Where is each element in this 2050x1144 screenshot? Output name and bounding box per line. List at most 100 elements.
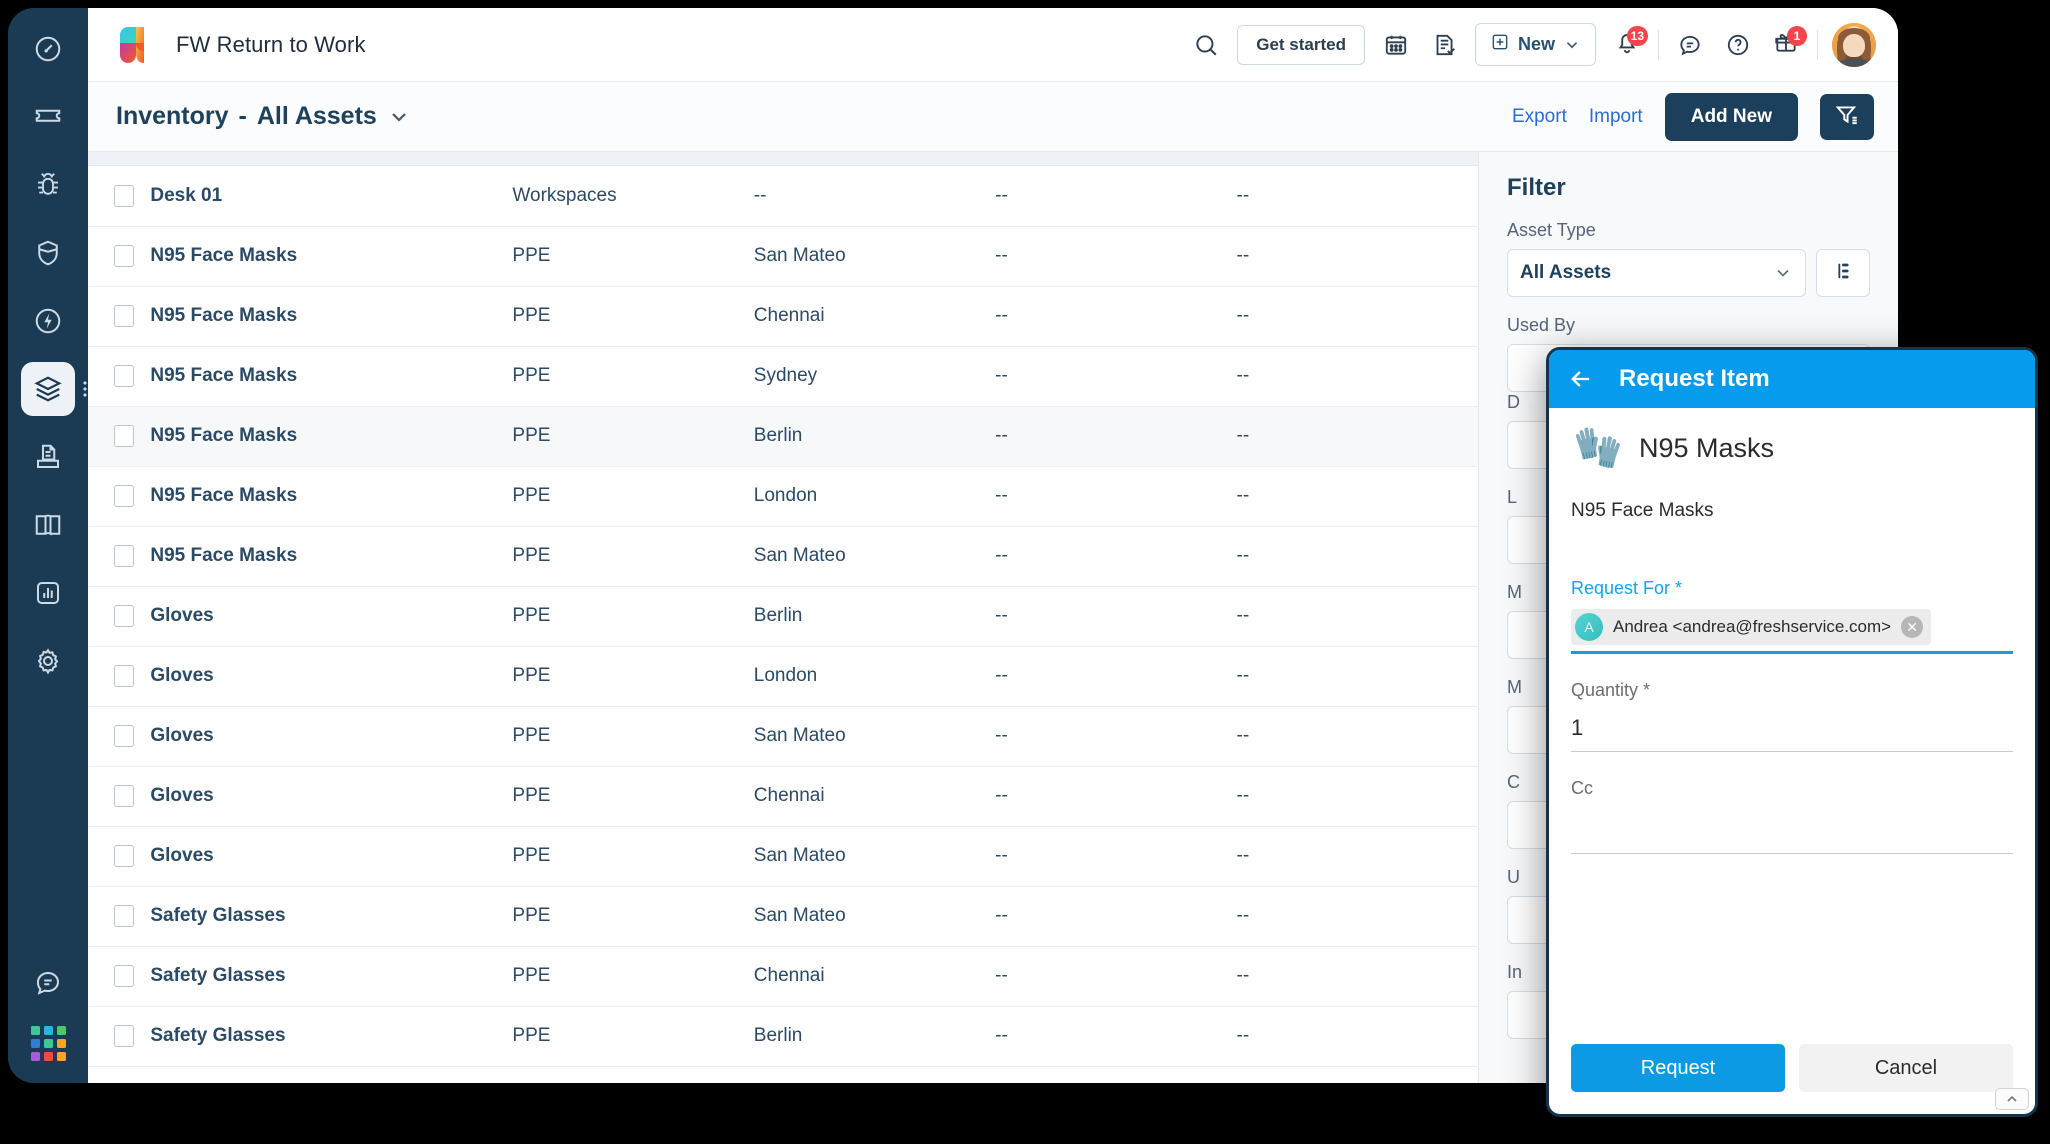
add-new-button[interactable]: Add New bbox=[1664, 92, 1798, 141]
table-row[interactable]: Gloves PPE Chennai -- -- bbox=[88, 766, 1478, 827]
cell-name[interactable]: N95 Face Masks bbox=[150, 286, 513, 347]
cell-name[interactable]: Safety Glasses bbox=[150, 946, 513, 1007]
sidebar-item-dashboard[interactable] bbox=[21, 22, 75, 76]
feedback-icon[interactable] bbox=[1673, 28, 1707, 62]
brand[interactable]: FW Return to Work bbox=[114, 23, 366, 67]
table-row[interactable]: N95 Face Masks PPE London -- -- bbox=[88, 466, 1478, 527]
sidebar-item-tickets[interactable] bbox=[21, 90, 75, 144]
cell-name[interactable]: N95 Face Masks bbox=[150, 526, 513, 587]
table-row[interactable]: N95 Face Masks PPE San Mateo -- -- bbox=[88, 226, 1478, 287]
row-checkbox[interactable] bbox=[114, 425, 134, 447]
quantity-field: Quantity * 1 bbox=[1571, 680, 2013, 752]
import-button[interactable]: Import bbox=[1589, 106, 1643, 128]
row-checkbox-cell bbox=[88, 466, 151, 527]
filter-toggle-button[interactable] bbox=[1820, 93, 1874, 140]
cell-asset-type: Workspaces bbox=[512, 166, 754, 227]
table-row[interactable]: Desk 01 Workspaces -- -- -- bbox=[88, 166, 1478, 227]
row-checkbox-cell bbox=[88, 586, 151, 647]
request-item-modal: Request Item 🧤 N95 Masks N95 Face Masks … bbox=[1546, 347, 2038, 1117]
cell-name[interactable]: N95 Face Masks bbox=[150, 466, 513, 527]
cell-department: -- bbox=[1236, 946, 1478, 1007]
table-row[interactable]: Gloves PPE San Mateo -- -- bbox=[88, 706, 1478, 767]
sidebar-item-admin[interactable] bbox=[21, 634, 75, 688]
sidebar-item-problems[interactable] bbox=[21, 158, 75, 212]
app-switcher-grid-icon[interactable] bbox=[30, 1026, 66, 1061]
asset-type-hierarchy-button[interactable] bbox=[1816, 249, 1870, 297]
row-checkbox[interactable] bbox=[114, 365, 134, 387]
cell-name[interactable]: Safety Glasses bbox=[150, 1006, 513, 1067]
sidebar-item-changes[interactable] bbox=[21, 226, 75, 280]
cell-name[interactable]: Gloves bbox=[150, 766, 513, 827]
sidebar-item-assets[interactable] bbox=[21, 362, 87, 416]
table-row[interactable]: N95 Face Masks PPE Sydney -- -- bbox=[88, 346, 1478, 407]
table-row[interactable]: Safety Glasses PPE San Mateo -- -- bbox=[88, 886, 1478, 947]
search-icon[interactable] bbox=[1189, 28, 1223, 62]
cell-used-by: -- bbox=[995, 226, 1237, 287]
cancel-button[interactable]: Cancel bbox=[1799, 1044, 2013, 1092]
gifts-button[interactable]: 1 bbox=[1769, 25, 1807, 62]
left-nav-rail bbox=[8, 8, 88, 1083]
row-checkbox[interactable] bbox=[114, 245, 134, 267]
table-row[interactable]: Gloves PPE Berlin -- -- bbox=[88, 586, 1478, 647]
row-checkbox[interactable] bbox=[114, 605, 134, 627]
sidebar-item-solutions[interactable] bbox=[21, 498, 75, 552]
avatar[interactable] bbox=[1832, 22, 1876, 67]
cell-name[interactable]: Desk 01 bbox=[150, 166, 513, 227]
row-checkbox[interactable] bbox=[114, 305, 134, 327]
table-row[interactable]: Gloves PPE London -- -- bbox=[88, 646, 1478, 707]
table-row[interactable]: Safety Glasses PPE Chennai -- -- bbox=[88, 946, 1478, 1007]
row-checkbox[interactable] bbox=[114, 545, 134, 567]
request-button[interactable]: Request bbox=[1571, 1044, 1785, 1092]
cell-name[interactable]: Gloves bbox=[150, 646, 513, 707]
cell-name[interactable]: N95 Face Masks bbox=[150, 406, 513, 467]
table-row[interactable]: Safety Glasses PPE Berlin -- -- bbox=[88, 1006, 1478, 1067]
row-checkbox[interactable] bbox=[114, 905, 134, 927]
cell-location: Berlin bbox=[753, 1006, 996, 1067]
row-checkbox-cell bbox=[88, 886, 151, 947]
row-checkbox[interactable] bbox=[114, 725, 134, 747]
quantity-input[interactable]: 1 bbox=[1571, 707, 2013, 752]
analytics-bar-icon bbox=[33, 578, 63, 608]
sidebar-item-feedback[interactable] bbox=[21, 956, 75, 1010]
task-list-icon[interactable] bbox=[1427, 28, 1461, 62]
cell-name[interactable]: Gloves bbox=[150, 826, 513, 887]
help-icon[interactable] bbox=[1721, 28, 1755, 62]
table-row[interactable]: N95 Face Masks PPE Chennai -- -- bbox=[88, 286, 1478, 347]
calendar-icon[interactable] bbox=[1379, 28, 1413, 62]
row-checkbox[interactable] bbox=[114, 184, 134, 207]
row-checkbox[interactable] bbox=[114, 845, 134, 867]
table-row[interactable]: N95 Face Masks PPE Berlin -- -- bbox=[88, 406, 1478, 467]
cell-name[interactable]: Gloves bbox=[150, 706, 513, 767]
sidebar-item-releases[interactable] bbox=[21, 294, 75, 348]
row-checkbox-cell bbox=[88, 166, 151, 227]
row-checkbox[interactable] bbox=[114, 485, 134, 507]
cc-input[interactable] bbox=[1571, 805, 2013, 854]
export-button[interactable]: Export bbox=[1512, 106, 1567, 128]
cell-name[interactable]: Gloves bbox=[150, 586, 513, 647]
new-button[interactable]: New bbox=[1474, 23, 1596, 66]
chevron-down-icon[interactable] bbox=[387, 105, 411, 129]
sidebar-item-contracts[interactable] bbox=[21, 430, 75, 484]
arrow-left-icon[interactable] bbox=[1567, 365, 1595, 393]
asset-type-select[interactable]: All Assets bbox=[1507, 249, 1806, 297]
modal-title: Request Item bbox=[1619, 365, 1770, 392]
row-checkbox[interactable] bbox=[114, 665, 134, 687]
cell-name[interactable]: Safety Glasses bbox=[150, 886, 513, 947]
table-row[interactable]: N95 Face Masks PPE San Mateo -- -- bbox=[88, 526, 1478, 587]
requester-chip[interactable]: A Andrea <andrea@freshservice.com> ✕ bbox=[1571, 609, 1932, 645]
item-header: 🧤 N95 Masks bbox=[1571, 428, 2013, 468]
row-checkbox[interactable] bbox=[114, 965, 134, 987]
cell-name[interactable]: N95 Face Masks bbox=[150, 226, 513, 287]
notifications-button[interactable]: 13 bbox=[1610, 25, 1648, 62]
page-title[interactable]: Inventory - All Assets bbox=[116, 102, 411, 131]
close-circle-icon[interactable]: ✕ bbox=[1901, 616, 1924, 638]
cell-name[interactable]: N95 Face Masks bbox=[150, 346, 513, 407]
row-checkbox[interactable] bbox=[114, 1025, 134, 1047]
row-checkbox[interactable] bbox=[114, 785, 134, 807]
chevron-up-icon[interactable] bbox=[1995, 1088, 2029, 1110]
request-for-input[interactable]: A Andrea <andrea@freshservice.com> ✕ bbox=[1571, 609, 2013, 654]
table-row[interactable]: Gloves PPE San Mateo -- -- bbox=[88, 826, 1478, 887]
sidebar-item-analytics[interactable] bbox=[21, 566, 75, 620]
get-started-button[interactable]: Get started bbox=[1237, 24, 1365, 65]
item-description: N95 Face Masks bbox=[1571, 500, 1714, 521]
